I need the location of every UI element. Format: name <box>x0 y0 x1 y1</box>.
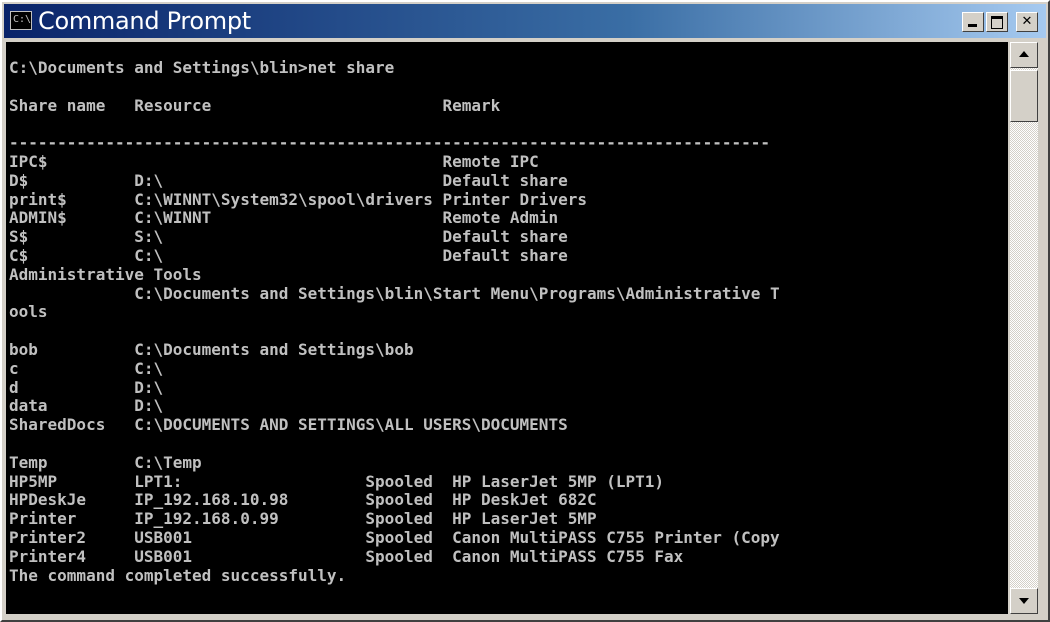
console-lines: C:\Documents and Settings\blin>net share… <box>9 58 780 585</box>
console-line: Administrative Tools <box>9 264 202 284</box>
minimize-icon[interactable] <box>962 12 984 32</box>
window-title: Command Prompt <box>38 7 251 35</box>
console-line: C:\Documents and Settings\blin\Start Men… <box>9 283 780 303</box>
console-line: The command completed successfully. <box>9 565 347 585</box>
console-line: Temp C:\Temp <box>9 452 202 472</box>
scroll-down-icon[interactable] <box>1010 588 1038 614</box>
console-line: ADMIN$ C:\WINNT Remote Admin <box>9 208 559 228</box>
console-output[interactable]: C:\Documents and Settings\blin>net share… <box>6 42 1008 614</box>
cmd-icon-label: C:\ <box>13 14 32 25</box>
title-bar[interactable]: C:\ Command Prompt ✕ <box>4 4 1046 38</box>
console-line: ----------------------------------------… <box>9 133 770 153</box>
console-line: SharedDocs C:\DOCUMENTS AND SETTINGS\ALL… <box>9 415 568 435</box>
console-line: D$ D:\ Default share <box>9 170 568 190</box>
console-line: c C:\ <box>9 358 164 378</box>
close-icon[interactable]: ✕ <box>1016 12 1038 32</box>
scroll-up-icon[interactable] <box>1010 42 1038 68</box>
console-line: d D:\ <box>9 377 164 397</box>
console-line: Printer2 USB001 Spooled Canon MultiPASS … <box>9 527 780 547</box>
console-line: data D:\ <box>9 396 164 416</box>
console-line: Printer4 USB001 Spooled Canon MultiPASS … <box>9 546 684 566</box>
console-line: Share name Resource Remark <box>9 95 501 115</box>
console-line: C$ C:\ Default share <box>9 245 568 265</box>
console-line: Printer IP_192.168.0.99 Spooled HP Laser… <box>9 509 597 529</box>
console-line: S$ S:\ Default share <box>9 227 568 247</box>
console-line: ools <box>9 302 48 322</box>
console-line: IPC$ Remote IPC <box>9 151 539 171</box>
cmd-icon[interactable]: C:\ <box>10 11 32 30</box>
console-line: print$ C:\WINNT\System32\spool\drivers P… <box>9 189 587 209</box>
maximize-icon[interactable] <box>986 12 1008 32</box>
console-line: HP5MP LPT1: Spooled HP LaserJet 5MP (LPT… <box>9 471 665 491</box>
command-prompt-window: C:\ Command Prompt ✕ C:\Documents and Se… <box>0 0 1050 622</box>
console-line: HPDeskJe IP_192.168.10.98 Spooled HP Des… <box>9 490 597 510</box>
console-line: bob C:\Documents and Settings\bob <box>9 339 414 359</box>
scrollbar-thumb[interactable] <box>1010 70 1038 122</box>
console-line: C:\Documents and Settings\blin>net share <box>9 58 395 77</box>
vertical-scrollbar[interactable] <box>1010 42 1038 614</box>
